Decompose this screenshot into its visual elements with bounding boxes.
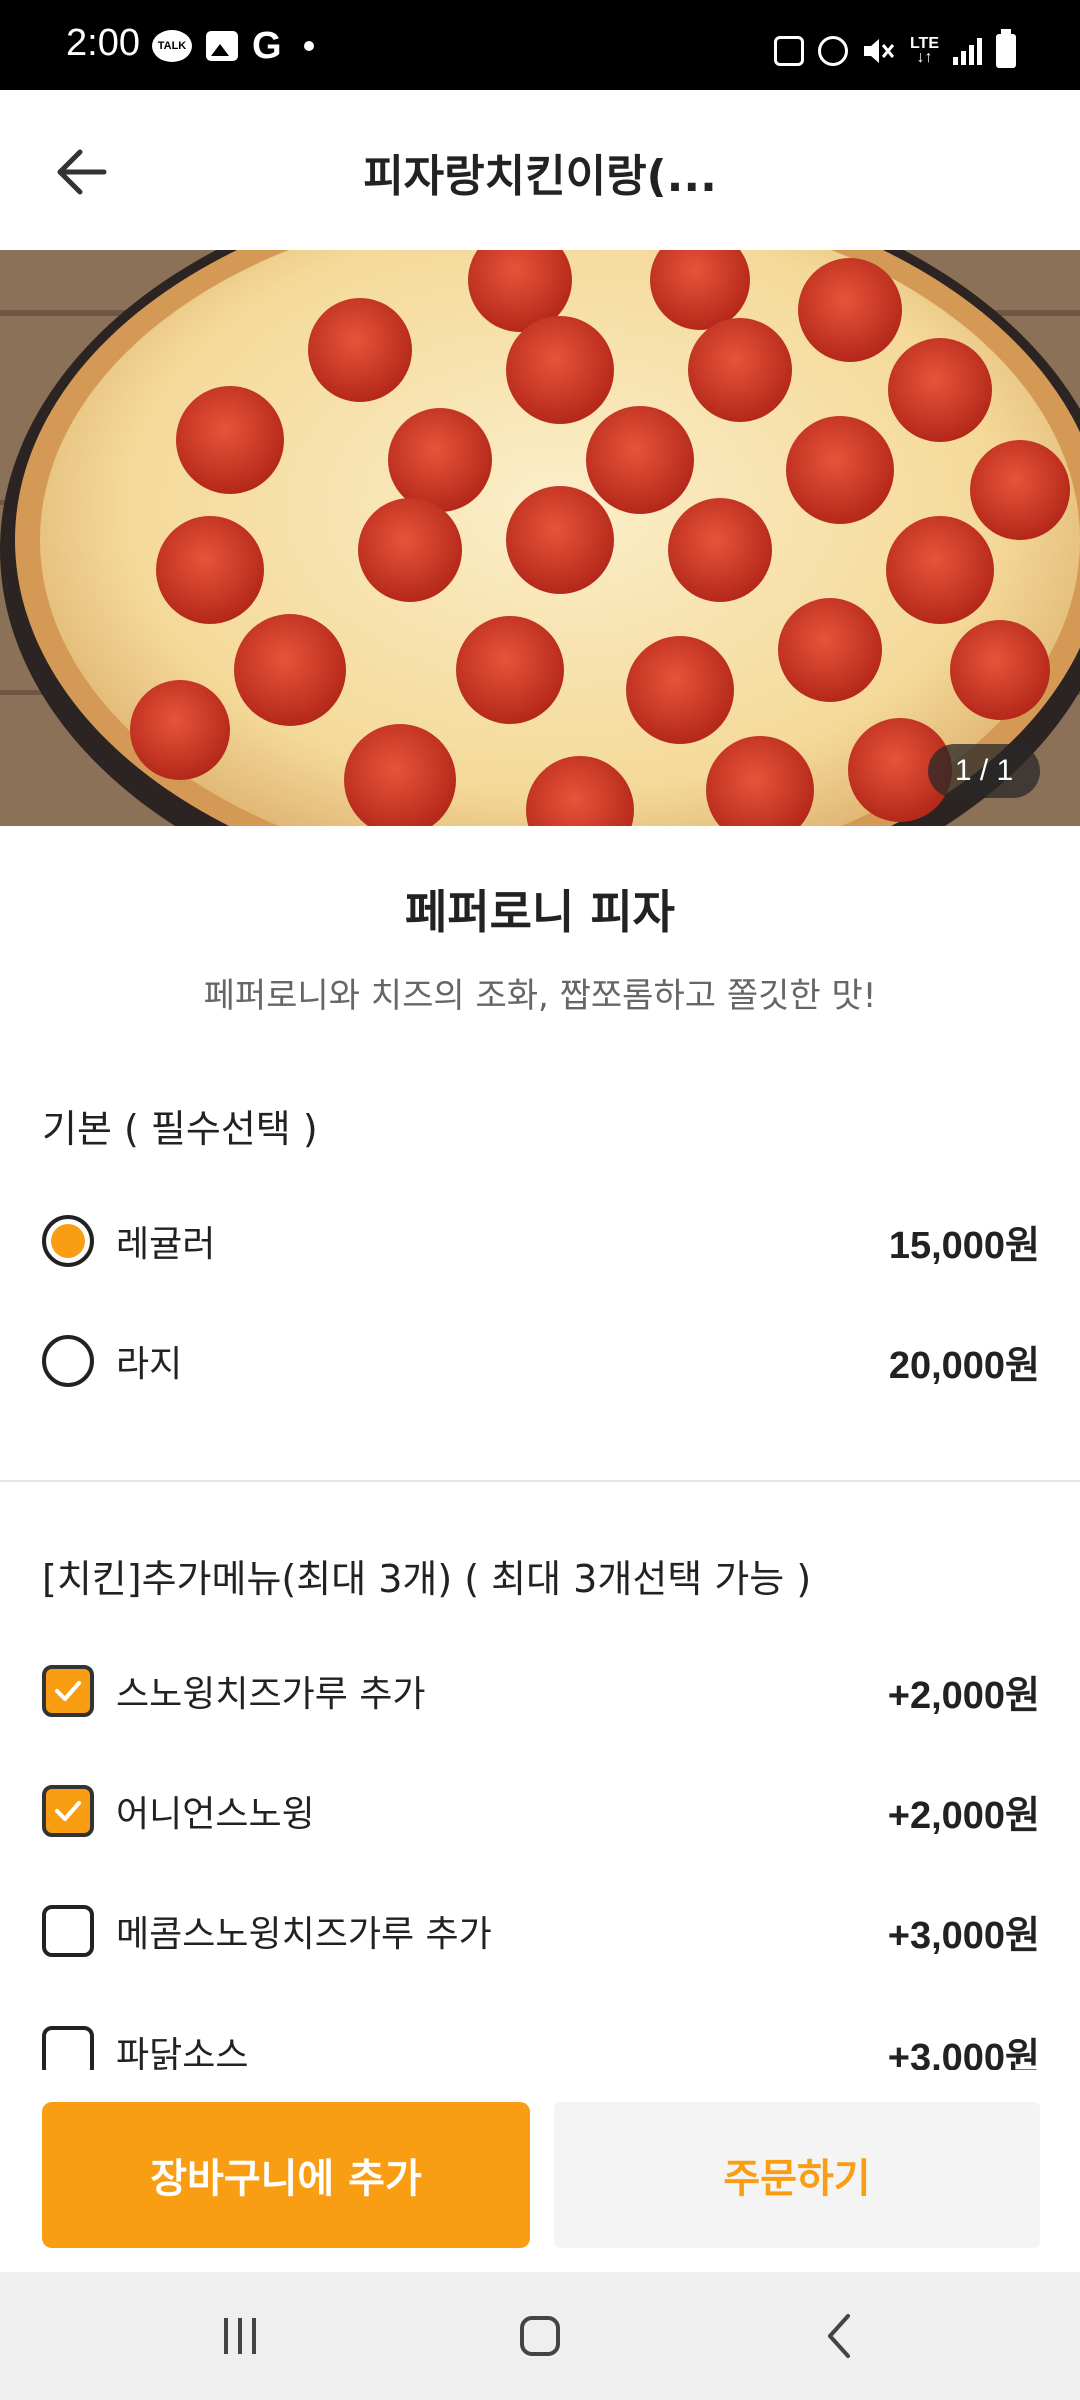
battery-saver-icon: [773, 36, 804, 66]
option-label: 스노윙치즈가루 추가: [116, 1674, 426, 1715]
product-description: 페퍼로니와 치즈의 조화, 짭쪼롬하고 쫄깃한 맛!: [203, 976, 877, 1016]
option-label: 라지: [116, 1344, 183, 1385]
order-button[interactable]: 주문하기: [554, 2102, 1040, 2248]
option-regular[interactable]: 레귤러 15,000원: [42, 1196, 1040, 1286]
recent-apps-icon: [224, 2318, 256, 2354]
mute-icon: [863, 39, 895, 63]
option-price: 20,000원: [888, 1344, 1040, 1387]
check-icon: [55, 1681, 81, 1701]
signal-icon: [953, 37, 982, 65]
option-green-onion-sauce[interactable]: 파닭소스 +3,000원: [42, 2006, 1040, 2070]
option-price: +3,000원: [887, 2037, 1040, 2070]
option-price: +2,000원: [887, 1794, 1040, 1837]
radio-button[interactable]: [42, 1335, 94, 1387]
dot-icon: [303, 41, 314, 51]
back-icon: [828, 2314, 850, 2358]
checkbox[interactable]: [42, 1785, 94, 1837]
option-large[interactable]: 라지 20,000원: [42, 1316, 1040, 1406]
system-icons: LTE ↓↑: [773, 29, 1016, 68]
base-section-title: 기본 ( 필수선택 ): [42, 1107, 318, 1151]
option-label: 파닭소스: [116, 2035, 249, 2070]
battery-icon: [996, 29, 1016, 68]
option-label: 레귤러: [116, 1224, 216, 1265]
page-indicator: 1 / 1: [928, 744, 1040, 798]
home-icon: [520, 2316, 560, 2356]
option-label: 어니언스노윙: [116, 1794, 315, 1835]
section-divider: [0, 1480, 1080, 1482]
option-spicy-snowing-cheese[interactable]: 메콤스노윙치즈가루 추가 +3,000원: [42, 1886, 1040, 1976]
status-time: 2:00: [66, 22, 140, 64]
gallery-icon: [206, 31, 238, 61]
page-title: 피자랑치킨이랑(...: [363, 151, 717, 202]
checkbox[interactable]: [42, 1665, 94, 1717]
lte-label: LTE: [909, 35, 939, 52]
nav-back-button[interactable]: [790, 2300, 890, 2372]
home-button[interactable]: [490, 2300, 590, 2372]
product-image[interactable]: 1 / 1: [0, 250, 1080, 826]
recent-apps-button[interactable]: [190, 2300, 290, 2372]
notification-icons: TALK G: [152, 25, 314, 67]
google-icon: G: [252, 25, 282, 67]
checkbox[interactable]: [42, 2026, 94, 2070]
checkbox[interactable]: [42, 1905, 94, 1957]
action-bar: 장바구니에 추가 주문하기: [0, 2070, 1080, 2270]
option-label: 메콤스노윙치즈가루 추가: [116, 1914, 492, 1955]
option-snowing-cheese[interactable]: 스노윙치즈가루 추가 +2,000원: [42, 1646, 1040, 1736]
radio-dot: [51, 1224, 85, 1258]
app-header: 피자랑치킨이랑(...: [0, 90, 1080, 250]
check-icon: [55, 1801, 81, 1821]
product-name: 페퍼로니 피자: [405, 885, 675, 939]
radio-button[interactable]: [42, 1215, 94, 1267]
system-nav-bar: [0, 2272, 1080, 2400]
pizza-illustration: [0, 250, 1080, 826]
option-onion-snowing[interactable]: 어니언스노윙 +2,000원: [42, 1766, 1040, 1856]
option-price: 15,000원: [888, 1224, 1040, 1267]
add-to-cart-button[interactable]: 장바구니에 추가: [42, 2102, 530, 2248]
alarm-icon: [817, 36, 848, 66]
kakaotalk-icon: TALK: [152, 30, 192, 62]
status-bar: 2:00 TALK G LTE ↓↑: [0, 0, 1080, 90]
extra-section-title: [치킨]추가메뉴(최대 3개) ( 최대 3개선택 가능 ): [42, 1557, 812, 1601]
option-price: +3,000원: [887, 1914, 1040, 1957]
lte-icon: LTE ↓↑: [909, 35, 939, 66]
option-price: +2,000원: [887, 1674, 1040, 1717]
